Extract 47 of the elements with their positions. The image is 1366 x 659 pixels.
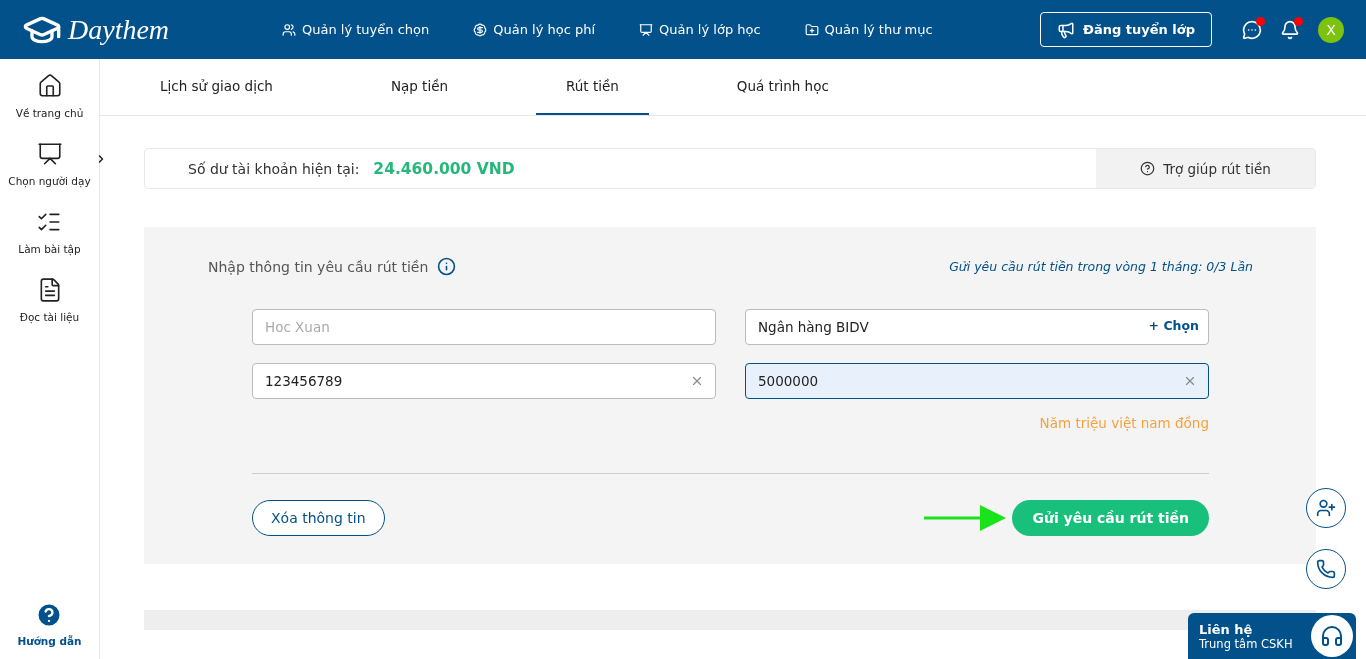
nav-icon — [473, 22, 488, 37]
input-field[interactable]: 123456789 — [252, 363, 716, 399]
guide-link[interactable]: Hướng dẫn — [17, 601, 82, 647]
nav-link[interactable]: Quản lý lớp học — [639, 22, 761, 37]
amount-in-words: Năm triệu việt nam đồng — [1039, 415, 1209, 431]
contact-title: Liên hệ — [1199, 621, 1254, 637]
balance-label: Số dư tài khoản hiện tại: — [188, 160, 360, 177]
sidebar-item[interactable]: Chọn người dạy — [8, 141, 91, 187]
balance-amount: 24.460.000 VND — [373, 159, 516, 178]
tab[interactable]: Nạp tiền — [360, 59, 478, 115]
input-field[interactable]: 5000000 — [745, 363, 1209, 399]
phone-icon — [1316, 559, 1336, 579]
sidebar-item[interactable]: Làm bài tập — [18, 209, 81, 255]
help-icon — [1140, 161, 1156, 176]
add-user-icon — [1316, 498, 1336, 518]
choose-bank-button[interactable]: + Chọn — [1148, 318, 1199, 333]
nav-icon — [282, 22, 296, 37]
megaphone-icon — [1057, 20, 1075, 39]
clear-info-button[interactable]: Xóa thông tin — [252, 500, 385, 536]
tab[interactable]: Lịch sử giao dịch — [130, 59, 303, 115]
info-icon[interactable] — [437, 257, 457, 276]
contact-support-panel[interactable]: Liên hệ Trung tâm CSKH — [1188, 613, 1356, 659]
input-field[interactable]: Hoc Xuan — [252, 309, 716, 345]
tab[interactable]: Quá trình học — [706, 59, 859, 115]
clear-icon[interactable] — [690, 374, 704, 388]
sidebar-item[interactable]: Đọc tài liệu — [19, 277, 80, 323]
sidebar-item[interactable]: Về trang chủ — [15, 73, 84, 119]
nav-link[interactable]: Quản lý tuyển chọn — [282, 22, 430, 37]
nav-icon — [639, 22, 654, 37]
bell-icon[interactable] — [1280, 19, 1300, 40]
logo: Daythem — [68, 13, 170, 46]
nav-icon — [804, 22, 819, 37]
contact-subtitle: Trung tâm CSKH — [1199, 636, 1294, 651]
sidebar-icon — [36, 73, 63, 99]
chat-icon[interactable] — [1242, 19, 1262, 40]
request-limit: Gửi yêu cầu rút tiền trong vòng 1 tháng: 0/3 Lần — [949, 259, 1253, 274]
tab[interactable]: Rút tiền — [536, 59, 649, 115]
post-class-button[interactable]: Đăng tuyển lớp — [1040, 12, 1212, 47]
clear-icon[interactable] — [1183, 374, 1197, 388]
headset-icon — [1320, 624, 1344, 648]
nav-link[interactable]: Quản lý học phí — [473, 22, 596, 37]
sidebar-icon — [36, 141, 63, 167]
form-title: Nhập thông tin yêu cầu rút tiền — [208, 258, 429, 275]
phone-button[interactable] — [1306, 549, 1346, 589]
nav-link[interactable]: Quản lý thư mục — [804, 22, 933, 37]
add-user-button[interactable] — [1306, 488, 1346, 528]
withdraw-help-button[interactable]: Trợ giúp rút tiền — [1096, 149, 1315, 188]
